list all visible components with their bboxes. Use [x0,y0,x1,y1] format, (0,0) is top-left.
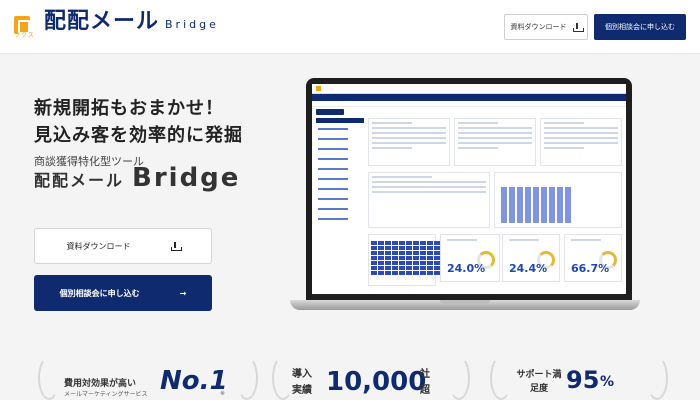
metric-value: 24.4% [509,262,548,275]
logo-sub: ラクス [14,32,35,39]
laurel-right-icon [236,356,258,400]
list-card [368,172,490,228]
laurel-right-icon [448,356,470,400]
dashboard-logo-icon [316,86,321,91]
logo-product: Bridge [165,18,219,31]
hero-doc-download-label: 資料ダウンロード [66,241,131,251]
logo-name: 配配メール [44,9,160,34]
laurel-right-icon [646,356,668,400]
stat2-value: 10,000 [326,367,427,397]
laptop-screen-frame: 24.0% 24.4% 66.7% [306,78,632,300]
header-doc-download-button[interactable]: 資料ダウンロード [504,14,588,40]
dashboard-heatmap [371,241,440,275]
site-header: ラクス 配配メール Bridge 資料ダウンロード 個別相談会に申し込む [0,0,700,54]
ranking-card [454,118,536,166]
hero-headline-line2: 見込み客を効率的に発掘 [34,125,243,146]
hero-product-en: Bridge [132,163,241,193]
hero-doc-download-button[interactable]: 資料ダウンロード [34,228,212,264]
stat3-unit: % [600,374,615,390]
laptop-notch [440,300,490,304]
stat1-note: ※ [220,390,226,397]
laurel-left-icon [38,356,60,400]
metric-card: 24.4% [502,234,560,282]
hero-headline-line1: 新規開拓もおまかせ！ [34,98,224,119]
metric-value: 24.0% [447,262,486,275]
logo[interactable]: ラクス 配配メール Bridge [14,9,219,39]
dashboard-tab [316,109,344,115]
dashboard-breadcrumb [312,101,626,107]
hero-product-name: 配配メール Bridge [34,163,240,193]
dashboard-bars [501,187,571,223]
hero-headline: 新規開拓もおまかせ！ 見込み客を効率的に発掘 [34,95,243,149]
dashboard-screenshot: 24.0% 24.4% 66.7% [312,84,626,294]
dashboard-nav [312,94,626,101]
download-icon [170,241,182,251]
stat3-value: 95 [566,366,600,394]
heatmap-card [368,234,440,286]
hero-product-jp: 配配メール [34,171,125,190]
metric-card: 66.7% [564,234,622,282]
dashboard-topbar [312,84,626,94]
stat1-label: 費用対効果が高い [64,379,137,389]
hero-consult-label: 個別相談会に申し込む [59,288,140,298]
header-consult-button[interactable]: 個別相談会に申し込む [594,14,686,40]
stat3-label: サポート満足度 [516,370,562,394]
stat2-label: 導入実績 [292,369,312,396]
download-icon [572,22,584,32]
stat1-value: No.1 [160,366,228,396]
hero-consult-button[interactable]: 個別相談会に申し込む → [34,275,212,311]
bar-chart-card [494,172,622,228]
header-consult-label: 個別相談会に申し込む [605,23,675,31]
header-doc-download-label: 資料ダウンロード [510,23,567,31]
stat1-sub: メールマーケティングサービス [64,391,148,398]
metric-card: 24.0% [440,234,500,282]
laptop-mockup: 24.0% 24.4% 66.7% [290,78,640,310]
dashboard-sidebar [316,118,364,288]
laurel-left-icon [272,356,294,400]
ranking-card [540,118,622,166]
dashboard-main: 24.0% 24.4% 66.7% [368,118,622,290]
ranking-card [368,118,450,166]
metric-value: 66.7% [571,262,610,275]
arrow-right-icon: → [179,288,187,298]
laurel-left-icon [490,356,512,400]
stat2-unit: 社超 [420,369,430,396]
